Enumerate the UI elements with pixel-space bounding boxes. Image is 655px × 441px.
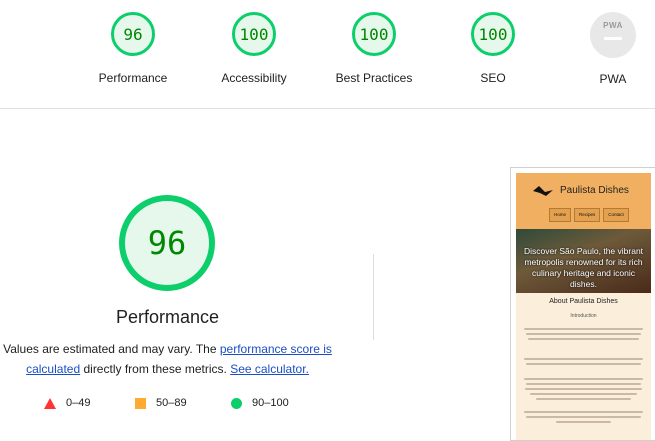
legend-pass: 90–100 — [231, 397, 289, 409]
screenshot-page: Paulista Dishes Home Recipes Contact Dis… — [516, 173, 651, 440]
screenshot-hero: Discover São Paulo, the vibrant metropol… — [516, 229, 651, 293]
screenshot-text-line — [528, 338, 639, 340]
bird-logo-icon — [533, 186, 553, 196]
gauge-score-best-practices: 100 — [352, 12, 396, 56]
pwa-badge-icon: PWA — [590, 12, 636, 58]
legend-pass-range: 90–100 — [252, 397, 289, 409]
gauge-best-practices[interactable]: 100 Best Practices — [314, 12, 434, 85]
desc-middle: directly from these metrics. — [80, 362, 231, 376]
performance-score-gauge: 96 — [119, 195, 215, 291]
screenshot-text-line — [536, 398, 631, 400]
gauge-seo[interactable]: 100 SEO — [433, 12, 553, 85]
screenshot-text-line — [524, 358, 643, 360]
screenshot-text-line — [526, 416, 641, 418]
gauge-performance[interactable]: 96 Performance — [73, 12, 193, 85]
screenshot-header: Paulista Dishes Home Recipes Contact — [516, 173, 651, 229]
screenshot-nav: Home Recipes Contact — [549, 208, 629, 222]
screenshot-hero-text: Discover São Paulo, the vibrant metropol… — [523, 246, 644, 289]
screenshot-text-line — [524, 378, 643, 380]
legend-average-range: 50–89 — [156, 397, 187, 409]
vertical-divider — [373, 254, 374, 340]
screenshot-nav-contact: Contact — [603, 208, 629, 222]
screenshot-nav-recipes: Recipes — [574, 208, 601, 222]
gauge-label-pwa: PWA — [599, 72, 627, 86]
gauge-label-seo: SEO — [480, 71, 506, 85]
screenshot-text-line — [525, 388, 642, 390]
see-calculator-link[interactable]: See calculator. — [230, 362, 309, 376]
gauge-label-performance: Performance — [98, 71, 168, 85]
screenshot-text-line — [530, 393, 637, 395]
screenshot-brand: Paulista Dishes — [560, 185, 629, 196]
desc-prefix: Values are estimated and may vary. The — [3, 342, 220, 356]
screenshot-text-line — [524, 328, 643, 330]
gauge-score-accessibility: 100 — [232, 12, 276, 56]
gauge-accessibility[interactable]: 100 Accessibility — [194, 12, 314, 85]
legend-average: 50–89 — [135, 397, 187, 409]
performance-title: Performance — [115, 307, 220, 327]
gauge-score-performance: 96 — [111, 12, 155, 56]
square-icon — [135, 397, 146, 409]
triangle-icon — [44, 397, 56, 409]
gauge-label-best-practices: Best Practices — [335, 71, 413, 85]
score-legend: 0–49 50–89 90–100 — [0, 397, 335, 413]
performance-description: Values are estimated and may vary. The p… — [0, 339, 335, 379]
screenshot-text-line — [526, 333, 641, 335]
screenshot-text-line — [556, 421, 611, 423]
screenshot-text-line — [524, 411, 643, 413]
final-screenshot-thumbnail[interactable]: Paulista Dishes Home Recipes Contact Dis… — [510, 167, 655, 441]
gauge-pwa[interactable]: PWA PWA — [553, 12, 655, 86]
screenshot-text-line — [526, 383, 641, 385]
screenshot-intro: Introduction — [570, 313, 597, 319]
gauge-score-seo: 100 — [471, 12, 515, 56]
screenshot-text-line — [526, 363, 641, 365]
pwa-dash-icon — [604, 37, 622, 40]
screenshot-about-title: About Paulista Dishes — [549, 298, 618, 305]
pwa-badge-text: PWA — [603, 21, 623, 30]
category-gauges-row: 96 Performance 100 Accessibility 100 Bes… — [0, 0, 655, 109]
gauge-label-accessibility: Accessibility — [221, 71, 287, 85]
legend-fail: 0–49 — [44, 397, 90, 409]
circle-icon — [231, 397, 242, 409]
legend-fail-range: 0–49 — [66, 397, 91, 409]
screenshot-nav-home: Home — [549, 208, 572, 222]
